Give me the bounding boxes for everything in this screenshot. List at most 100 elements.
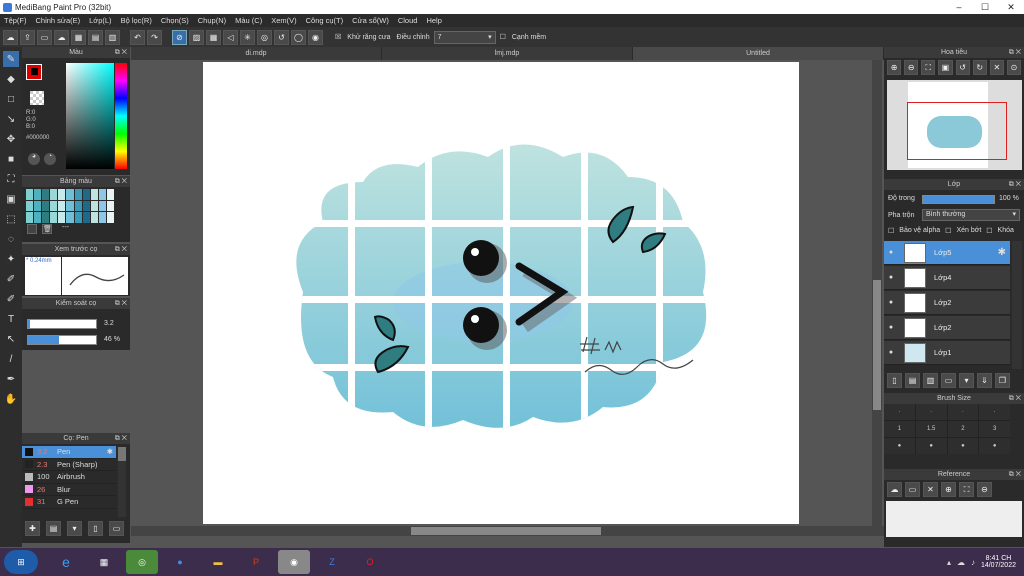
new-8bit-layer-icon[interactable]: ▥ — [923, 373, 938, 388]
upload-icon[interactable]: ⇪ — [20, 29, 35, 45]
brush-item[interactable]: 31 G Pen — [22, 496, 116, 509]
menu-layer[interactable]: Lớp(L) — [89, 16, 111, 25]
palette-swatch[interactable] — [34, 200, 42, 212]
new-folder-icon[interactable]: ▭ — [941, 373, 956, 388]
brush-item[interactable]: 3.2 Pen ✱ — [22, 446, 116, 459]
clip-checkbox[interactable]: ☐ — [945, 227, 951, 235]
menu-filter[interactable]: Bộ lọc(R) — [121, 16, 152, 25]
palette-swatch[interactable] — [66, 200, 74, 212]
palette-swatch[interactable] — [98, 189, 106, 200]
rotate-right-icon[interactable]: ↻ — [972, 60, 987, 75]
panel-close-icon[interactable]: ⧉ ✕ — [1009, 395, 1021, 403]
reference-cloud-icon[interactable]: ☁ — [887, 482, 902, 497]
chrome-like-icon[interactable]: ◎ — [126, 550, 158, 574]
zoom-icon[interactable]: ● — [164, 550, 196, 574]
palette-swatch[interactable] — [106, 200, 114, 212]
panel-close-icon[interactable]: ⧉ ✕ — [115, 49, 127, 57]
color-mode-icon[interactable]: ◔ — [44, 153, 56, 165]
palette-swatch[interactable] — [42, 189, 50, 200]
brush-size-cell[interactable]: · — [979, 404, 1010, 420]
eye-icon[interactable]: ● — [884, 274, 898, 281]
powerpoint-icon[interactable]: P — [240, 550, 272, 574]
eraser-tool-icon[interactable]: ◆ — [3, 71, 19, 87]
snap-perspective-icon[interactable]: ◁ — [223, 29, 238, 45]
reference-close-icon[interactable]: ✕ — [923, 482, 938, 497]
new-brush-icon[interactable]: ▤ — [46, 521, 61, 536]
drawing-canvas[interactable] — [203, 62, 799, 524]
palette-swatch[interactable] — [98, 200, 106, 212]
select-pen-icon[interactable]: ✐ — [3, 271, 19, 287]
move-tool-icon[interactable]: ✥ — [3, 131, 19, 147]
medibang-icon[interactable]: ◉ — [278, 550, 310, 574]
grid-icon[interactable]: ▦ — [71, 29, 86, 45]
navigator-preview[interactable] — [887, 80, 1022, 170]
palette-swatch[interactable] — [90, 200, 98, 212]
panel-close-icon[interactable]: ⧉ ✕ — [1009, 471, 1021, 479]
merge-down-icon[interactable]: ⇓ — [977, 373, 992, 388]
layout-icon[interactable]: ▤ — [88, 29, 103, 45]
palette-swatch[interactable] — [34, 212, 42, 223]
navigator-viewport-frame[interactable] — [907, 102, 1007, 160]
minimize-button[interactable]: – — [946, 0, 972, 14]
brush-size-cell[interactable]: ● — [915, 438, 947, 454]
panel-close-icon[interactable]: ⧉ ✕ — [115, 178, 127, 186]
bucket-tool-icon[interactable]: ⛶ — [3, 171, 19, 187]
palette-swatch[interactable] — [42, 200, 50, 212]
reference-fit-icon[interactable]: ⛶ — [959, 482, 974, 497]
zoom-in-icon[interactable]: ⊕ — [887, 60, 902, 75]
palette-swatch[interactable] — [26, 189, 34, 200]
eyedropper-icon[interactable]: ✒ — [3, 371, 19, 387]
menu-tools[interactable]: Công cụ(T) — [306, 16, 344, 25]
palette-swatch[interactable] — [26, 200, 34, 212]
brush-size-cell[interactable]: 3 — [979, 421, 1010, 437]
comment-icon[interactable]: ▭ — [37, 29, 52, 45]
start-button[interactable]: ⊞ — [4, 550, 38, 574]
lock-checkbox[interactable]: ☐ — [986, 227, 992, 235]
antialias-checkbox[interactable]: ☒ — [335, 33, 341, 41]
layer-row[interactable]: ● Lớp4 — [884, 266, 1010, 290]
palette-swatch[interactable] — [90, 189, 98, 200]
actual-size-icon[interactable]: ▣ — [938, 60, 953, 75]
volume-icon[interactable]: ♪ — [971, 558, 975, 567]
cloud-icon[interactable]: ☁ — [3, 29, 18, 45]
zalo-icon[interactable]: Z — [316, 550, 348, 574]
no-snap-icon[interactable]: ⊘ — [172, 29, 187, 45]
text-tool-icon[interactable]: T — [3, 311, 19, 327]
snap-lines-icon[interactable]: ▨ — [189, 29, 204, 45]
palette-swatch[interactable] — [82, 189, 90, 200]
rect-select-icon[interactable]: □ — [3, 91, 19, 107]
duplicate-layer-icon[interactable]: ❐ — [995, 373, 1010, 388]
flip-icon[interactable]: ✕ — [989, 60, 1004, 75]
protect-alpha-checkbox[interactable]: ☐ — [888, 227, 894, 235]
snap-radial-icon[interactable]: ✳ — [240, 29, 255, 45]
layer-row[interactable]: ● Lớp2 — [884, 316, 1010, 340]
opera-icon[interactable]: O — [354, 550, 386, 574]
palette-swatch[interactable] — [66, 189, 74, 200]
palette-swatch[interactable] — [58, 212, 66, 223]
gear-icon[interactable]: ✱ — [107, 447, 113, 456]
reference-zoom-out-icon[interactable]: ⊖ — [977, 482, 992, 497]
tray-icon[interactable]: ☁ — [957, 558, 965, 567]
brush-list-scrollbar[interactable] — [118, 447, 126, 517]
palette-grid[interactable] — [26, 189, 114, 223]
layer-list-scrollbar[interactable] — [1012, 241, 1022, 369]
menu-select[interactable]: Chọn(S) — [161, 16, 189, 25]
menu-window[interactable]: Cửa sổ(W) — [352, 16, 389, 25]
close-button[interactable]: ✕ — [998, 0, 1024, 14]
rotate-left-icon[interactable]: ↺ — [955, 60, 970, 75]
palette-swatch[interactable] — [74, 189, 82, 200]
fit-icon[interactable]: ⛶ — [921, 60, 936, 75]
brush-opacity-slider[interactable] — [27, 335, 97, 345]
menu-view[interactable]: Xem(V) — [271, 16, 296, 25]
palette-swatch[interactable] — [50, 212, 58, 223]
reference-open-icon[interactable]: ▭ — [905, 482, 920, 497]
cloud-save-icon[interactable]: ☁ — [54, 29, 69, 45]
snap-curve-icon[interactable]: ↺ — [274, 29, 289, 45]
blend-mode-select[interactable]: Bình thường ▾ — [922, 209, 1020, 221]
add-brush-icon[interactable]: ✚ — [25, 521, 40, 536]
panel-icon[interactable]: ▥ — [105, 29, 120, 45]
palette-swatch[interactable] — [106, 212, 114, 223]
gear-icon[interactable]: ✱ — [998, 247, 1006, 258]
select-eraser-icon[interactable]: ✐ — [3, 291, 19, 307]
tab-lmj[interactable]: lmj.mdp — [382, 47, 633, 60]
